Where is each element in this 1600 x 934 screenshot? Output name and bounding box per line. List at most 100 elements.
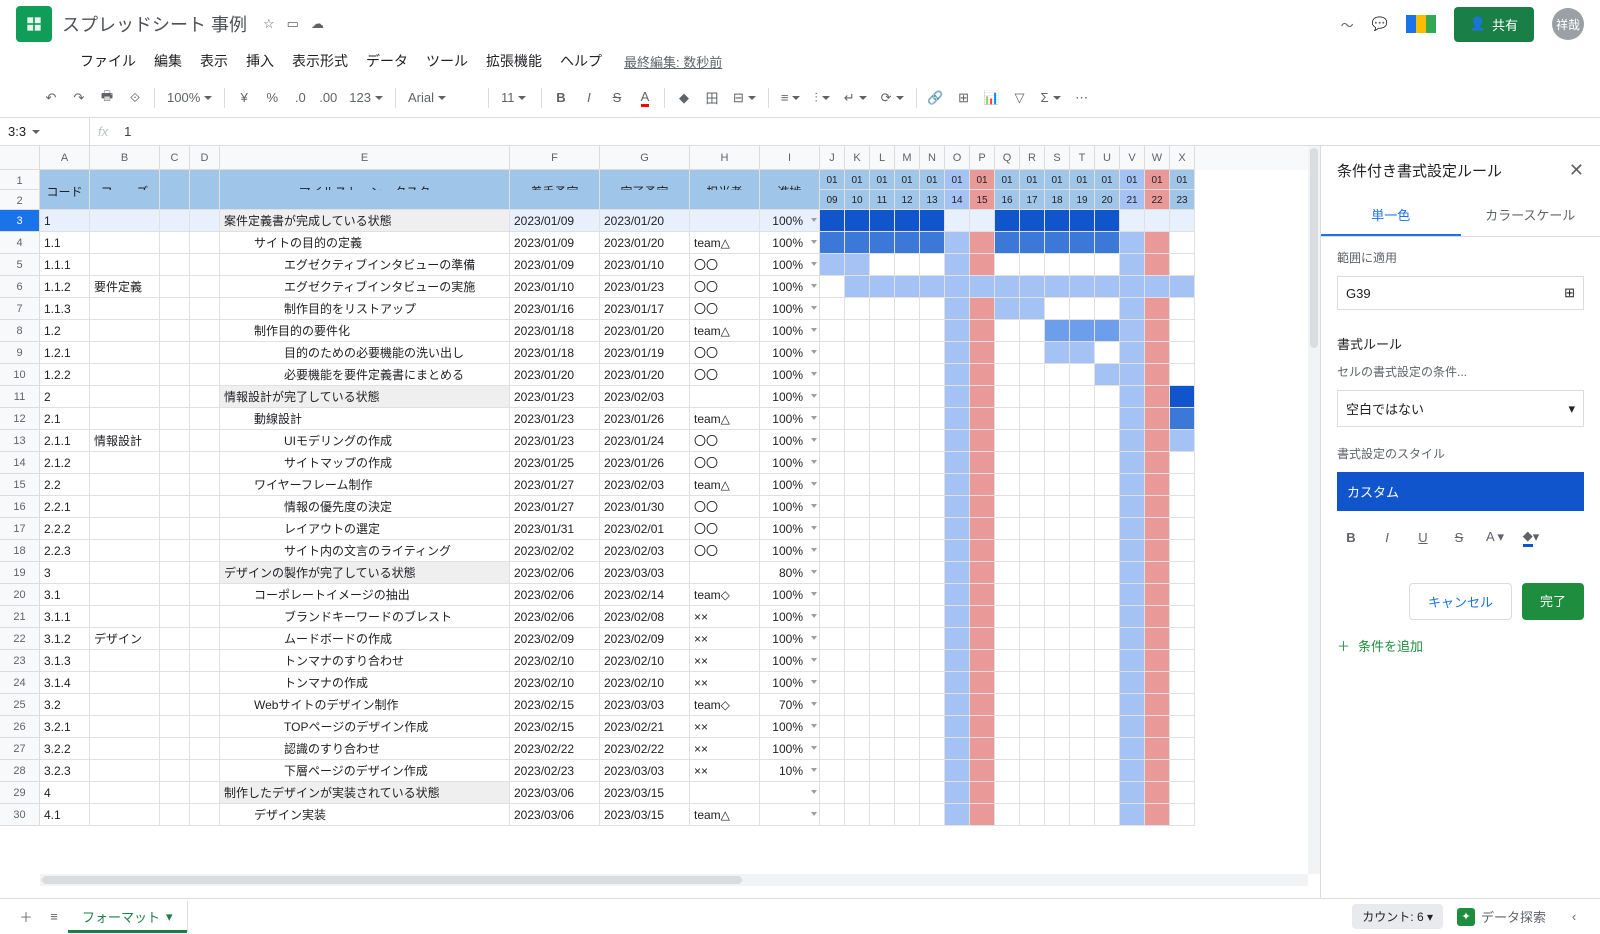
cell[interactable]: 目的のための必要機能の洗い出し [220,342,510,364]
cell[interactable] [845,584,870,606]
cell[interactable] [90,804,160,826]
cell[interactable] [690,386,760,408]
cell[interactable] [895,496,920,518]
cell[interactable] [1095,606,1120,628]
cell[interactable]: 80% [760,562,820,584]
horizontal-scrollbar[interactable] [40,874,1308,886]
cell[interactable] [945,672,970,694]
cell[interactable]: team△ [690,804,760,826]
cell[interactable]: 3.1.2 [40,628,90,650]
cell[interactable] [870,804,895,826]
cell[interactable]: team△ [690,408,760,430]
cell[interactable]: 2023/02/09 [600,628,690,650]
select-all-corner[interactable] [0,146,40,170]
cell[interactable] [895,804,920,826]
text-color-icon[interactable]: A [632,85,658,111]
cell[interactable]: 100% [760,474,820,496]
cell[interactable] [690,210,760,232]
cell[interactable] [1095,452,1120,474]
all-sheets-icon[interactable]: ≡ [40,903,68,931]
cell[interactable]: UIモデリングの作成 [220,430,510,452]
cell[interactable] [1095,694,1120,716]
cell[interactable] [190,804,220,826]
cell[interactable] [1070,254,1095,276]
wrap-dropdown[interactable]: ↵ [838,85,873,111]
cell[interactable] [190,408,220,430]
cell[interactable] [820,452,845,474]
cell[interactable] [1170,782,1195,804]
cell[interactable]: サイトの目的の定義 [220,232,510,254]
cell[interactable] [995,474,1020,496]
cell[interactable]: ブランドキーワードのブレスト [220,606,510,628]
rotate-dropdown[interactable]: ⟳ [875,85,910,111]
cell[interactable]: 100% [760,716,820,738]
row-header[interactable]: 10 [0,364,40,386]
col-header[interactable]: U [1095,146,1120,170]
cell[interactable] [970,452,995,474]
bold-button[interactable]: B [1337,523,1365,551]
cell[interactable]: 2023/01/20 [600,320,690,342]
cell[interactable]: 2023/02/15 [510,716,600,738]
cell[interactable] [1045,342,1070,364]
cell[interactable] [1020,496,1045,518]
cell[interactable] [920,672,945,694]
cell[interactable] [995,782,1020,804]
cell[interactable]: 制作目的の要件化 [220,320,510,342]
cell[interactable] [1095,430,1120,452]
cell[interactable] [920,496,945,518]
cell[interactable] [1120,650,1145,672]
cell[interactable] [160,342,190,364]
cell[interactable] [160,254,190,276]
cell[interactable] [895,210,920,232]
cell[interactable]: 2023/02/03 [600,474,690,496]
cell[interactable] [190,738,220,760]
cell[interactable] [995,452,1020,474]
cell[interactable] [1095,562,1120,584]
cell[interactable] [160,716,190,738]
cell[interactable] [1095,408,1120,430]
cell[interactable] [1070,232,1095,254]
cell[interactable] [870,364,895,386]
cell[interactable] [920,386,945,408]
cell[interactable] [1145,584,1170,606]
cell[interactable] [190,364,220,386]
cell[interactable] [945,738,970,760]
cell[interactable]: 1 [40,210,90,232]
cell[interactable] [845,760,870,782]
row-header[interactable]: 13 [0,430,40,452]
cell[interactable] [1070,584,1095,606]
cell[interactable] [1170,716,1195,738]
cell[interactable] [1170,650,1195,672]
col-header[interactable]: V [1120,146,1145,170]
cell[interactable]: 制作目的をリストアップ [220,298,510,320]
range-input[interactable]: G39 ⊞ [1337,276,1584,310]
cell[interactable] [870,650,895,672]
cell[interactable] [895,408,920,430]
number-format-dropdown[interactable]: 123 [343,85,389,111]
cell[interactable] [1145,364,1170,386]
cell[interactable] [1145,342,1170,364]
cell[interactable] [1045,210,1070,232]
cell[interactable]: 70% [760,694,820,716]
cell[interactable]: 2023/02/10 [600,672,690,694]
grid-icon[interactable]: ⊞ [1564,285,1575,301]
valign-dropdown[interactable]: ⫶ [808,85,835,111]
col-header[interactable]: T [1070,146,1095,170]
cell[interactable]: 2023/02/23 [510,760,600,782]
more-icon[interactable]: ⋯ [1069,85,1095,111]
col-header[interactable]: I [760,146,820,170]
cell[interactable]: 01 [1045,170,1070,190]
cell[interactable] [920,540,945,562]
cell[interactable] [90,760,160,782]
font-size-dropdown[interactable]: 11 [495,85,535,111]
cell[interactable] [1145,606,1170,628]
cell[interactable] [1095,672,1120,694]
cell[interactable] [845,342,870,364]
cell[interactable] [90,210,160,232]
cell[interactable]: 100% [760,408,820,430]
cell[interactable]: 4 [40,782,90,804]
cell[interactable] [1045,232,1070,254]
col-header[interactable]: E [220,146,510,170]
cell[interactable]: 2023/02/03 [600,540,690,562]
menu-拡張機能[interactable]: 拡張機能 [478,47,550,75]
